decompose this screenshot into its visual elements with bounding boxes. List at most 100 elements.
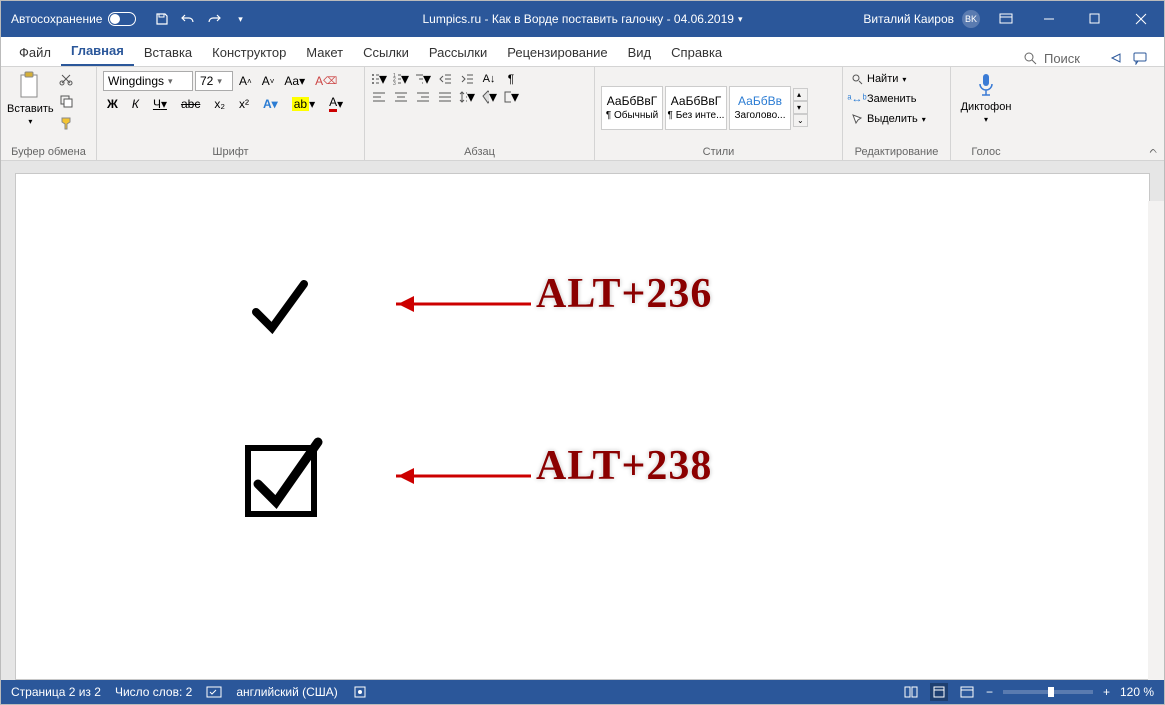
comments-icon[interactable]	[1132, 50, 1148, 66]
maximize-button[interactable]	[1072, 1, 1118, 37]
font-name-combo[interactable]: Wingdings▾	[103, 71, 193, 91]
font-group-label: Шрифт	[103, 144, 358, 158]
font-size-combo[interactable]: 72▾	[195, 71, 233, 91]
highlight-button[interactable]: ab▾	[288, 95, 319, 113]
select-icon	[849, 111, 865, 127]
bullets-icon[interactable]: ▾	[371, 71, 387, 87]
zoom-out-button[interactable]: −	[986, 685, 993, 699]
styles-more-icon[interactable]: ⌄	[793, 114, 808, 127]
dictate-button[interactable]: Диктофон ▾	[961, 71, 1012, 144]
styles-gallery-nav[interactable]: ▴ ▾ ⌄	[793, 88, 808, 127]
replace-button[interactable]: ᵃ↔ᵇЗаменить	[849, 91, 944, 107]
title-dropdown-icon[interactable]: ▾	[738, 14, 743, 25]
group-editing: Найти▾ ᵃ↔ᵇЗаменить Выделить▾ Редактирова…	[843, 67, 951, 160]
zoom-level[interactable]: 120 %	[1120, 685, 1154, 699]
save-icon[interactable]	[154, 11, 170, 27]
copy-icon[interactable]	[58, 93, 74, 109]
spell-check-icon[interactable]	[206, 684, 222, 700]
tab-design[interactable]: Конструктор	[202, 39, 296, 66]
zoom-slider[interactable]	[1003, 690, 1093, 694]
decrease-indent-icon[interactable]	[437, 71, 453, 87]
page-indicator[interactable]: Страница 2 из 2	[11, 685, 101, 699]
text-effects-button[interactable]: A▾	[259, 95, 282, 113]
tab-insert[interactable]: Вставка	[134, 39, 202, 66]
find-icon	[849, 71, 865, 87]
grow-font-button[interactable]: A˄	[235, 72, 256, 90]
web-layout-icon[interactable]	[958, 683, 976, 701]
show-marks-icon[interactable]: ¶	[503, 71, 519, 87]
align-right-icon[interactable]	[415, 89, 431, 105]
tab-mailings[interactable]: Рассылки	[419, 39, 497, 66]
editing-group-label: Редактирование	[849, 144, 944, 158]
select-button[interactable]: Выделить▾	[849, 111, 944, 127]
paste-button[interactable]: Вставить ▾	[7, 71, 54, 144]
user-area[interactable]: Виталий Каиров BK	[863, 10, 1014, 28]
change-case-button[interactable]: Aa▾	[280, 72, 309, 90]
search-box[interactable]: Поиск	[1022, 50, 1080, 66]
italic-button[interactable]: К	[128, 95, 143, 113]
sort-icon[interactable]: A↓	[481, 71, 497, 87]
line-spacing-icon[interactable]: ▾	[459, 89, 475, 105]
clear-format-button[interactable]: A⌫	[311, 72, 341, 90]
ribbon-display-icon[interactable]	[998, 11, 1014, 27]
increase-indent-icon[interactable]	[459, 71, 475, 87]
read-mode-icon[interactable]	[902, 683, 920, 701]
numbering-icon[interactable]: 123▾	[393, 71, 409, 87]
borders-icon[interactable]: ▾	[503, 89, 519, 105]
paragraph-group-label: Абзац	[371, 144, 588, 158]
quick-access-toolbar: ▾	[146, 11, 256, 27]
cut-icon[interactable]	[58, 71, 74, 87]
undo-icon[interactable]	[180, 11, 196, 27]
tab-view[interactable]: Вид	[618, 39, 662, 66]
style-normal[interactable]: АаБбВвГ¶ Обычный	[601, 86, 663, 130]
redo-icon[interactable]	[206, 11, 222, 27]
share-icon[interactable]	[1108, 50, 1124, 66]
style-heading1[interactable]: АаБбВвЗаголово...	[729, 86, 791, 130]
tab-help[interactable]: Справка	[661, 39, 732, 66]
autosave-toggle[interactable]: Автосохранение	[1, 12, 146, 26]
shrink-font-button[interactable]: A˅	[258, 72, 279, 90]
language-indicator[interactable]: английский (США)	[236, 685, 337, 699]
styles-down-icon[interactable]: ▾	[793, 101, 808, 114]
document-page[interactable]: ALT+236 ALT+238	[15, 173, 1150, 680]
styles-up-icon[interactable]: ▴	[793, 88, 808, 101]
tab-references[interactable]: Ссылки	[353, 39, 419, 66]
macro-record-icon[interactable]	[352, 684, 368, 700]
justify-icon[interactable]	[437, 89, 453, 105]
format-painter-icon[interactable]	[58, 115, 74, 131]
underline-button[interactable]: Ч▾	[149, 95, 171, 113]
tab-home[interactable]: Главная	[61, 37, 134, 66]
checkbox-symbol	[238, 434, 328, 524]
annotation-alt236: ALT+236	[536, 270, 712, 318]
minimize-button[interactable]	[1026, 1, 1072, 37]
subscript-button[interactable]: x₂	[210, 95, 229, 113]
word-count[interactable]: Число слов: 2	[115, 685, 192, 699]
paste-label: Вставить	[7, 103, 54, 115]
clipboard-icon	[17, 71, 43, 101]
shading-icon[interactable]: ▾	[481, 89, 497, 105]
qat-dropdown-icon[interactable]: ▾	[232, 11, 248, 27]
vertical-scrollbar[interactable]	[1148, 201, 1164, 680]
tab-file[interactable]: Файл	[9, 39, 61, 66]
align-center-icon[interactable]	[393, 89, 409, 105]
find-button[interactable]: Найти▾	[849, 71, 944, 87]
zoom-in-button[interactable]: +	[1103, 685, 1110, 699]
user-name: Виталий Каиров	[863, 12, 954, 26]
multilevel-icon[interactable]: ▾	[415, 71, 431, 87]
align-left-icon[interactable]	[371, 89, 387, 105]
collapse-ribbon-icon[interactable]: ᨈ	[1150, 145, 1159, 156]
font-color-button[interactable]: A▾	[325, 93, 347, 114]
strikethrough-button[interactable]: abc	[177, 95, 204, 113]
checkmark-symbol	[246, 274, 316, 344]
style-no-spacing[interactable]: АаБбВвГ¶ Без инте...	[665, 86, 727, 130]
bold-button[interactable]: Ж	[103, 95, 122, 113]
close-button[interactable]	[1118, 1, 1164, 37]
print-layout-icon[interactable]	[930, 683, 948, 701]
titlebar: Автосохранение ▾ Lumpics.ru - Как в Ворд…	[1, 1, 1164, 37]
group-font: Wingdings▾ 72▾ A˄ A˅ Aa▾ A⌫ Ж К Ч▾ abc x…	[97, 67, 365, 160]
tab-review[interactable]: Рецензирование	[497, 39, 617, 66]
toggle-icon	[108, 12, 136, 26]
tab-layout[interactable]: Макет	[296, 39, 353, 66]
superscript-button[interactable]: x²	[235, 95, 253, 113]
arrow-icon	[376, 292, 536, 316]
